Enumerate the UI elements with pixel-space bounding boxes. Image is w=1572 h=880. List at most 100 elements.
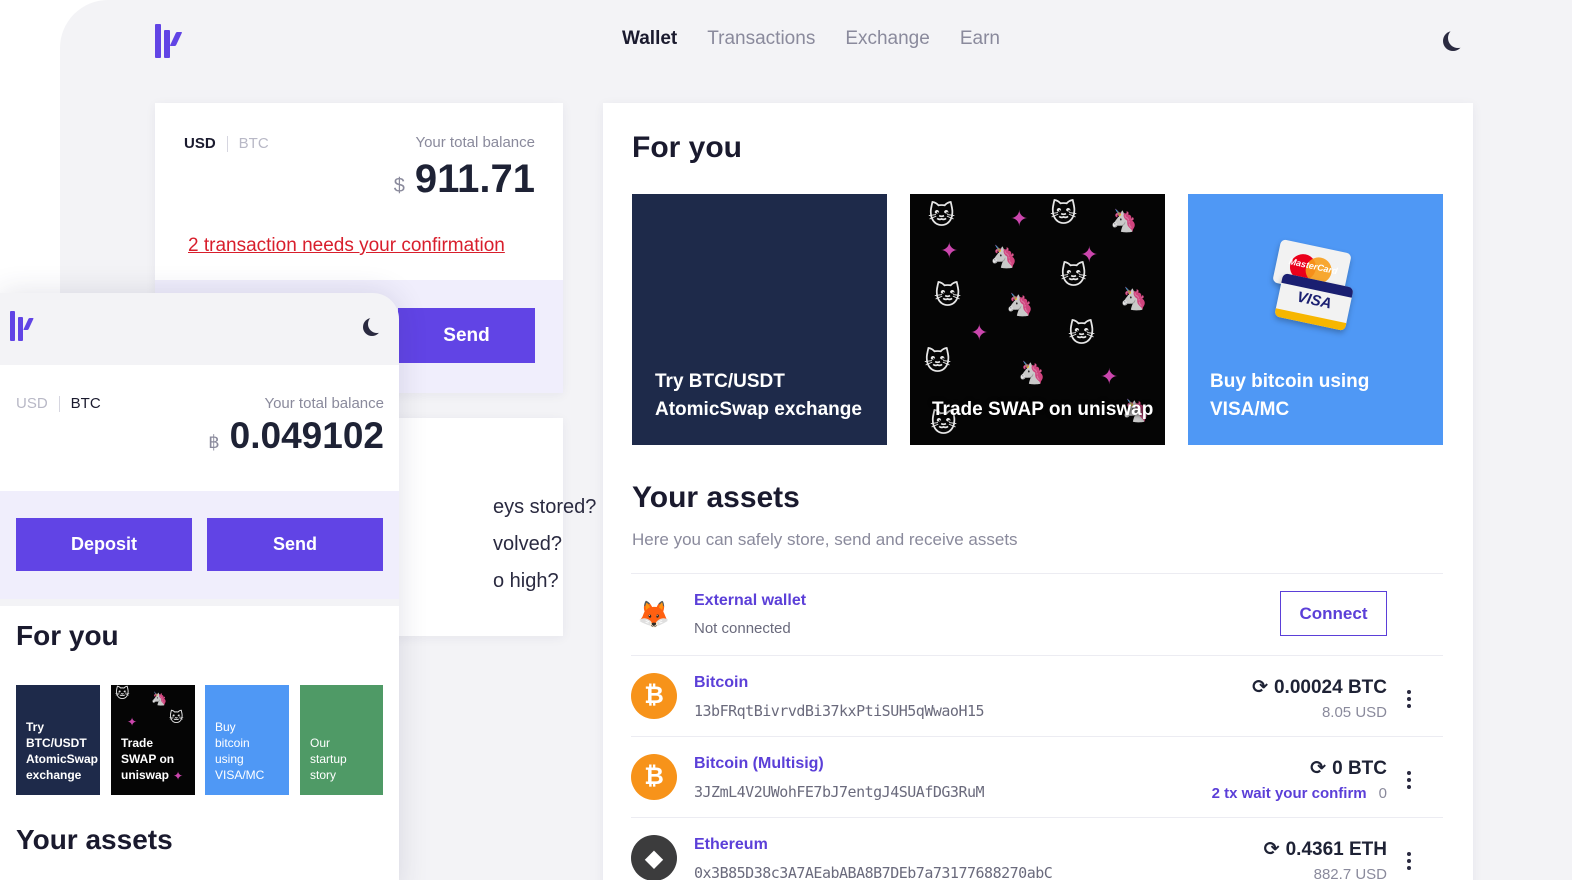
cat-icon: 🐱 — [1060, 260, 1088, 290]
app-logo[interactable] — [10, 311, 34, 341]
asset-row-bitcoin[interactable]: ₿ Bitcoin 13bFRqtBivrvdBi37kxPtiSUH5qWwa… — [631, 655, 1443, 737]
nav-earn[interactable]: Earn — [960, 28, 1000, 50]
more-options-icon[interactable] — [1407, 852, 1411, 870]
promo-text: Buy bitcoin using — [1210, 371, 1370, 392]
refresh-icon[interactable]: ⟳ — [1310, 757, 1326, 780]
tab-usd[interactable]: USD — [16, 395, 48, 412]
pending-confirmation-link[interactable]: 2 transaction needs your confirmation — [188, 235, 505, 257]
total-balance-value: ฿ 0.049102 — [208, 415, 384, 457]
send-button[interactable]: Send — [207, 518, 383, 571]
sparkle-icon: ✦ — [940, 238, 959, 263]
promo-text: Trade SWAP on uniswap — [932, 399, 1154, 420]
mobile-balance-card: USD BTC Your total balance ฿ 0.049102 — [0, 365, 399, 491]
unicorn-icon: 🦄 — [151, 691, 168, 706]
more-options-icon[interactable] — [1407, 771, 1411, 789]
cat-icon: 🐱 — [1068, 318, 1096, 348]
unicorn-icon: 🦄 — [1120, 286, 1148, 311]
asset-fiat-value: 8.05 USD — [1321, 704, 1387, 721]
asset-address[interactable]: 13bFRqtBivrvdBi37kxPtiSUH5qWwaoH15 — [694, 702, 985, 720]
mobile-promo-uniswap[interactable]: 🐱 🦄 🐱 ✦ ✦ Trade SWAP on uniswap — [111, 685, 195, 795]
sparkle-icon: ✦ — [173, 769, 184, 783]
promo-text: AtomicSwap exchange — [655, 399, 862, 420]
bitcoin-icon: ₿ — [631, 673, 677, 719]
deposit-button[interactable]: Deposit — [16, 518, 192, 571]
more-options-icon[interactable] — [1407, 690, 1411, 708]
sparkle-icon: ✦ — [970, 320, 989, 345]
promo-text: BTC/USDT — [26, 736, 87, 750]
mobile-actions-band: Deposit Send — [0, 491, 399, 599]
mobile-promo-buy-bitcoin[interactable]: Buy bitcoin using VISA/MC — [205, 685, 289, 795]
refresh-icon[interactable]: ⟳ — [1264, 838, 1280, 861]
promo-text: Our — [310, 736, 331, 750]
pending-tx-link[interactable]: 2 tx wait your confirm — [1212, 785, 1367, 802]
your-assets-title: Your assets — [16, 824, 173, 855]
mobile-promo-startup-story[interactable]: Our startup story — [300, 685, 383, 795]
unicorn-icon: 🦄 — [1006, 292, 1034, 317]
unicorn-icon: 🦄 — [1018, 360, 1046, 385]
asset-amount-value: 0 BTC — [1332, 757, 1387, 779]
promo-card-atomicswap[interactable]: Try BTC/USDT AtomicSwap exchange — [632, 194, 887, 445]
cat-icon: 🐱 — [169, 709, 184, 725]
asset-name[interactable]: Ethereum — [694, 836, 768, 854]
asset-name[interactable]: Bitcoin (Multisig) — [694, 755, 824, 773]
asset-address[interactable]: 0x3B85D38c3A7AEabABA8B7DEb7a73177688270a… — [694, 864, 1053, 880]
currency-symbol: ฿ — [208, 432, 220, 452]
asset-amount-value: 0.4361 ETH — [1285, 838, 1387, 860]
fiat-amount: 0 — [1378, 785, 1387, 802]
app-logo[interactable] — [155, 24, 183, 58]
theme-toggle-moon-icon[interactable] — [1448, 28, 1468, 48]
promo-text: exchange — [26, 768, 82, 782]
asset-name[interactable]: Bitcoin — [694, 674, 748, 692]
main-content-card: For you Try BTC/USDT AtomicSwap exchange… — [603, 103, 1473, 880]
promo-text: VISA/MC — [1210, 399, 1290, 420]
metamask-fox-icon: 🦊 — [637, 598, 671, 629]
promo-text: Try BTC/USDT — [655, 371, 785, 392]
send-button[interactable]: Send — [398, 308, 535, 363]
tab-btc[interactable]: BTC — [239, 135, 269, 152]
sparkle-icon: ✦ — [1100, 364, 1119, 389]
mobile-promo-atomicswap[interactable]: Try BTC/USDT AtomicSwap exchange — [16, 685, 100, 795]
asset-row-bitcoin-multisig[interactable]: ₿ Bitcoin (Multisig) 3JZmL4V2UWohFE7bJ7e… — [631, 736, 1443, 818]
asset-row-external-wallet: 🦊 External wallet Not connected Connect — [631, 573, 1443, 655]
connect-button[interactable]: Connect — [1280, 591, 1387, 636]
theme-toggle-moon-icon[interactable] — [368, 315, 386, 333]
asset-row-ethereum[interactable]: ◆ Ethereum 0x3B85D38c3A7AEabABA8B7DEb7a7… — [631, 817, 1443, 880]
ethereum-icon: ◆ — [631, 835, 677, 880]
cat-icon: 🐱 — [1050, 198, 1078, 228]
main-nav: Wallet Transactions Exchange Earn — [622, 28, 1000, 50]
refresh-icon[interactable]: ⟳ — [1252, 676, 1268, 699]
promo-text: Try — [26, 720, 45, 734]
currency-symbol: $ — [393, 175, 405, 197]
promo-text: startup — [310, 752, 347, 766]
nav-exchange[interactable]: Exchange — [845, 28, 930, 50]
promo-card-buy-bitcoin[interactable]: MasterCard VISA Buy bitcoin using VISA/M… — [1188, 194, 1443, 445]
promo-text: Trade — [121, 736, 154, 750]
tab-usd[interactable]: USD — [184, 135, 216, 152]
promo-text: story — [310, 768, 337, 782]
cat-icon: 🐱 — [934, 280, 962, 310]
cat-icon: 🐱 — [924, 346, 952, 376]
faq-item[interactable]: eys stored? — [493, 496, 596, 519]
tab-divider — [58, 395, 60, 412]
for-you-title: For you — [632, 131, 742, 164]
asset-amount: ⟳ 0.00024 BTC — [1252, 676, 1387, 699]
unicorn-icon: 🦄 — [990, 244, 1018, 269]
sparkle-icon: ✦ — [1010, 206, 1029, 231]
asset-fiat-value: 882.7 USD — [1313, 866, 1387, 880]
promo-card-uniswap[interactable]: 🐱 ✦ 🐱 🦄 ✦ 🦄 ✦ 🐱 🐱 🦄 🦄 ✦ 🐱 🐱 🦄 ✦ 🦄 🐱 Trad… — [910, 194, 1165, 445]
wallet-status: Not connected — [694, 620, 791, 637]
asset-address[interactable]: 3JZmL4V2UWohFE7bJ7entgJ4SUAfDG3RuM — [694, 783, 985, 801]
asset-name[interactable]: External wallet — [694, 592, 806, 610]
nav-transactions[interactable]: Transactions — [707, 28, 815, 50]
tab-divider — [226, 135, 228, 152]
mobile-content: For you Try BTC/USDT AtomicSwap exchange… — [0, 606, 399, 880]
tab-btc[interactable]: BTC — [71, 395, 101, 412]
mobile-app-preview: USD BTC Your total balance ฿ 0.049102 De… — [0, 293, 399, 880]
balance-amount: 0.049102 — [229, 415, 384, 456]
nav-wallet[interactable]: Wallet — [622, 28, 677, 50]
cat-icon: 🐱 — [928, 200, 956, 230]
faq-item[interactable]: o high? — [493, 570, 559, 593]
for-you-title: For you — [16, 620, 119, 651]
faq-item[interactable]: volved? — [493, 533, 562, 556]
cat-icon: 🐱 — [115, 685, 130, 701]
